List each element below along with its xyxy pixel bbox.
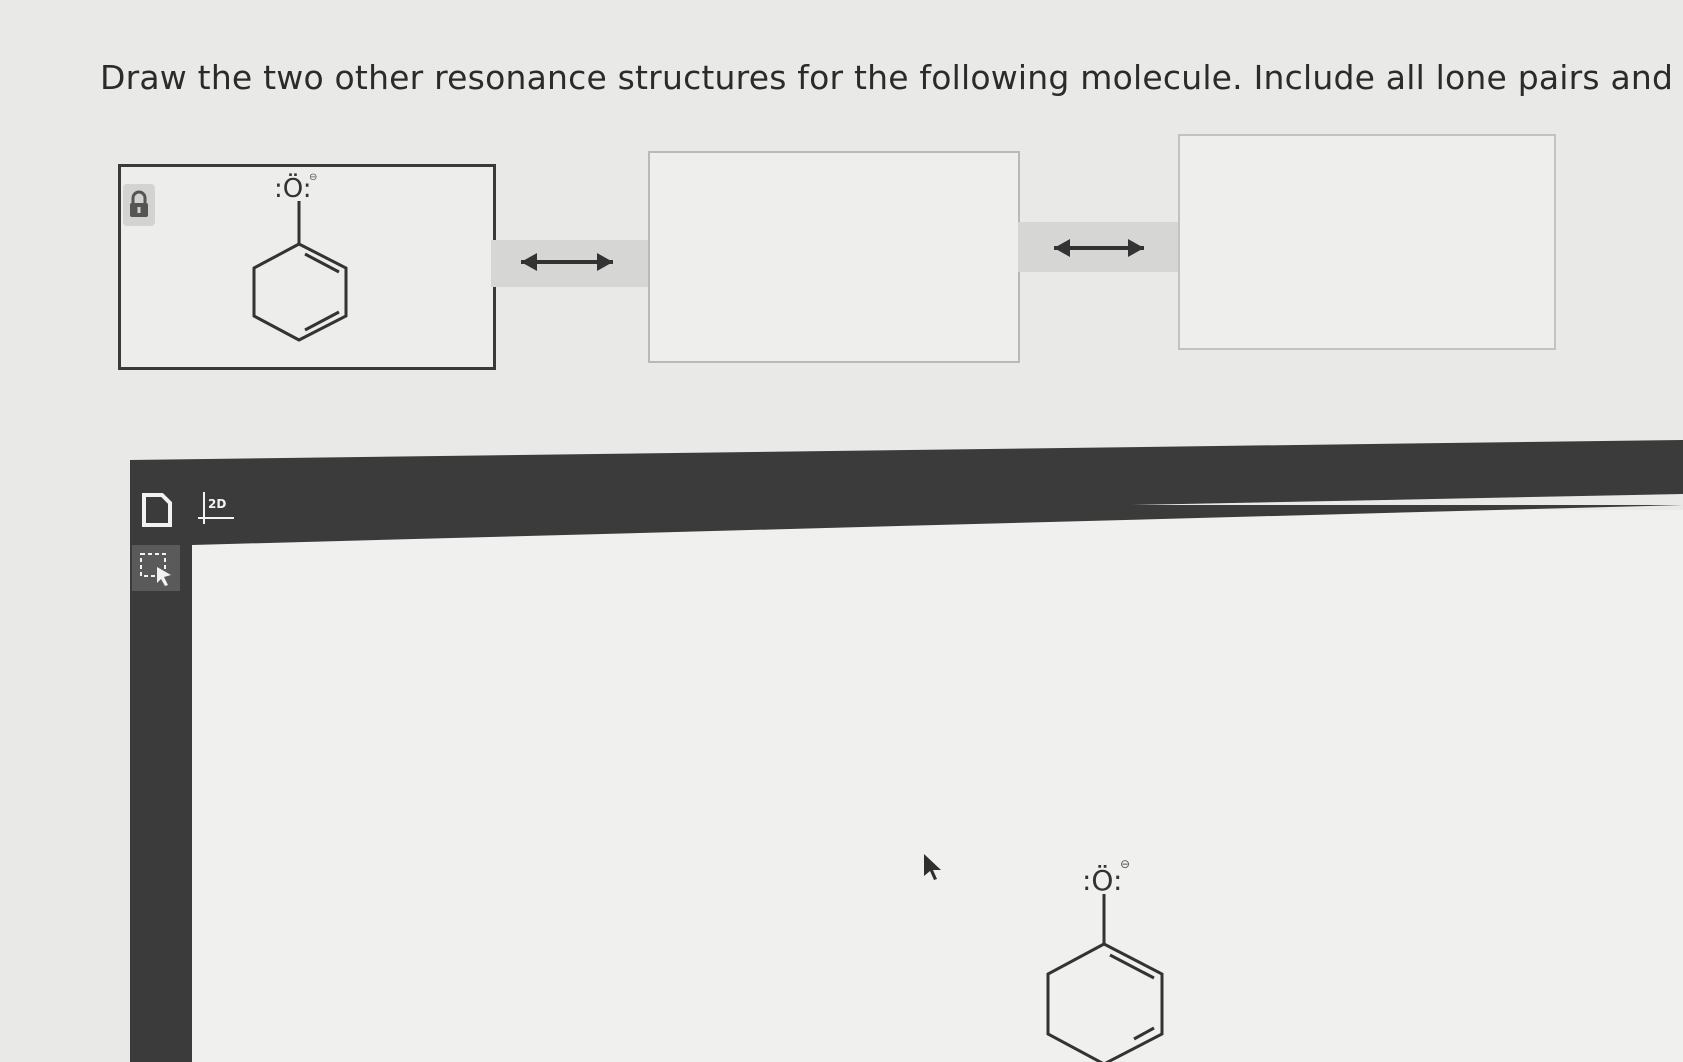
mouse-cursor-icon xyxy=(924,854,941,880)
oxygen-label: :Ö: xyxy=(1082,863,1122,897)
resonance-connector-1 xyxy=(491,240,648,287)
question-text: Draw the two other resonance structures … xyxy=(100,58,1683,97)
resonance-arrow-icon xyxy=(1054,239,1144,257)
oxygen-label: :Ö: xyxy=(274,172,312,204)
resonance-connector-2 xyxy=(1018,222,1178,272)
2d-button[interactable]: 2D xyxy=(196,488,240,528)
2d-label: 2D xyxy=(208,497,226,511)
drawing-canvas[interactable] xyxy=(192,510,1683,1062)
lock-icon xyxy=(123,184,155,226)
charge-label: ⊖ xyxy=(1120,857,1130,871)
resonance-structure-box-2[interactable] xyxy=(1178,134,1556,350)
document-icon[interactable] xyxy=(140,492,174,528)
given-molecule: :Ö: ⊖ xyxy=(252,172,348,342)
canvas-molecule[interactable]: :Ö: ⊖ xyxy=(1030,852,1180,1062)
resonance-arrow-icon xyxy=(521,253,613,271)
resonance-structure-box-1[interactable] xyxy=(648,151,1020,363)
marquee-select-icon[interactable] xyxy=(132,545,180,591)
charge-label: ⊖ xyxy=(309,172,317,183)
